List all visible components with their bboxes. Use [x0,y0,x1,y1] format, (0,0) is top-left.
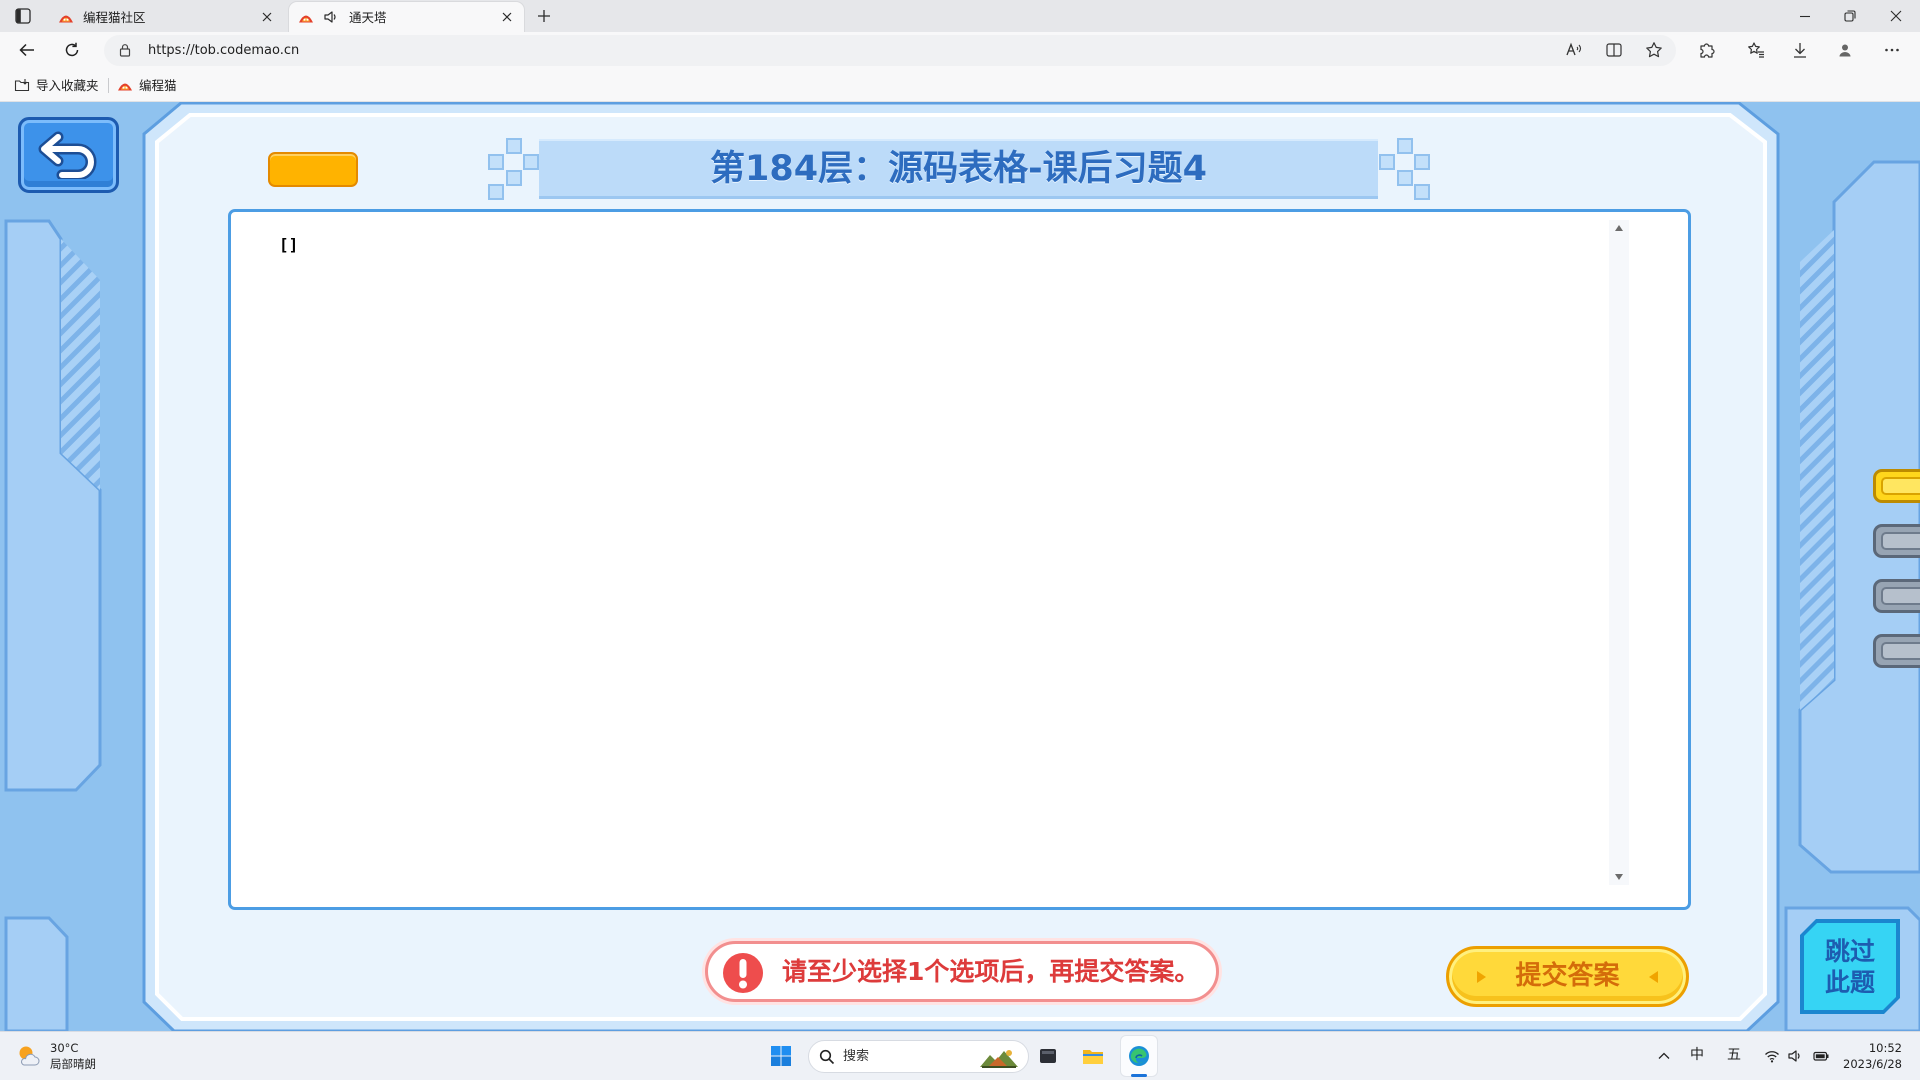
back-icon[interactable] [18,41,36,59]
side-tab-group [1873,469,1920,668]
ime-mode[interactable]: 五 [1727,1047,1741,1064]
codemao-favicon-icon [58,9,74,25]
url-text[interactable]: https://tob.codemao.cn [148,43,299,58]
search-highlight-icon[interactable] [978,1045,1020,1069]
chevron-up-icon[interactable] [1656,1048,1672,1064]
skip-question-button[interactable]: 跳过 此题 [1800,919,1900,1014]
codemao-favicon-icon [298,9,314,25]
side-tab-1[interactable] [1873,469,1920,503]
battery-icon[interactable] [1813,1048,1829,1064]
arrow-left-icon [1648,970,1660,984]
read-aloud-icon[interactable] [1565,41,1583,59]
new-tab-icon[interactable] [536,8,552,24]
bookmarks-bar: 导入收藏夹 编程猫 [0,69,1920,102]
edge-browser-icon[interactable] [1128,1045,1150,1067]
refresh-icon[interactable] [63,41,81,59]
weather-temperature[interactable]: 30°C [50,1041,78,1055]
bookmark-codemao[interactable]: 编程猫 [117,77,177,93]
back-arrow-icon [38,131,100,179]
warning-text: 请至少选择1个选项后，再提交答案。 [782,957,1200,986]
more-icon[interactable] [1883,41,1901,59]
skip-question-face: 跳过 此题 [1804,923,1896,1010]
download-icon[interactable] [1791,41,1809,59]
tab-title: 通天塔 [349,10,387,25]
bookmark-label: 编程猫 [139,77,177,93]
tab-strip: 编程猫社区 通天塔 [0,0,1920,32]
bookmark-import-favorites[interactable]: 导入收藏夹 [14,77,99,93]
warning-message: 请至少选择1个选项后，再提交答案。 [705,941,1219,1002]
windows-taskbar: 30°C 局部晴朗 搜索 中 五 10:52 2023/6/28 [0,1031,1920,1080]
tab-title: 编程猫社区 [83,10,146,25]
close-tab-icon[interactable] [260,10,274,24]
exclamation-icon [722,952,764,994]
partly-sunny-icon[interactable] [16,1043,42,1069]
side-tab-3[interactable] [1873,579,1920,613]
task-app-icon[interactable] [1037,1045,1059,1067]
minimize-icon[interactable] [1797,8,1813,24]
address-toolbar: https://tob.codemao.cn [0,32,1920,69]
import-favorites-icon [14,77,30,93]
file-explorer-icon[interactable] [1082,1045,1104,1067]
favorites-icon[interactable] [1747,41,1765,59]
profile-icon[interactable] [1836,41,1854,59]
taskbar-search-box[interactable]: 搜索 [808,1040,1029,1073]
clock-time: 10:52 [1868,1041,1902,1055]
lock-icon[interactable] [118,43,132,57]
speaker-icon[interactable] [323,9,339,25]
search-icon [819,1049,835,1065]
close-window-icon[interactable] [1888,8,1904,24]
submit-answer-button[interactable]: 提交答案 [1446,946,1689,1007]
codemao-favicon-icon [117,77,133,93]
split-screen-icon[interactable] [1605,41,1623,59]
active-app-indicator [1131,1074,1147,1077]
tab-tongtianta[interactable]: 通天塔 [289,2,524,32]
tab-codemao-community[interactable]: 编程猫社区 [49,2,284,32]
vertical-tabs-icon[interactable] [14,7,32,25]
bookmark-separator [108,78,109,93]
close-tab-icon[interactable] [500,10,514,24]
ime-language[interactable]: 中 [1690,1047,1704,1064]
search-placeholder: 搜索 [843,1049,870,1064]
orange-badge-button[interactable] [268,152,358,187]
question-content-box[interactable]: [] [228,209,1691,910]
back-button[interactable] [18,117,119,193]
taskbar-clock[interactable]: 10:52 2023/6/28 [1843,1040,1902,1072]
content-scrollbar[interactable] [1609,220,1629,885]
restore-icon[interactable] [1842,8,1858,24]
weather-condition[interactable]: 局部晴朗 [50,1057,96,1071]
level-title: 第184层：源码表格-课后习题4 [710,149,1207,189]
skip-label-line-1: 跳过 [1824,937,1875,966]
clock-date: 2023/6/28 [1843,1057,1902,1071]
skip-label-line-2: 此题 [1824,968,1875,997]
start-windows-icon[interactable] [770,1045,792,1067]
question-content-text: [] [279,235,299,254]
extensions-icon[interactable] [1698,41,1716,59]
level-title-banner: 第184层：源码表格-课后习题4 [539,139,1378,199]
scroll-up-arrow-icon[interactable] [1614,224,1624,232]
scroll-down-arrow-icon[interactable] [1614,873,1624,881]
wifi-icon[interactable] [1764,1048,1780,1064]
side-tab-4[interactable] [1873,634,1920,668]
bookmark-label: 导入收藏夹 [36,77,99,93]
favorite-star-icon[interactable] [1645,41,1663,59]
address-bar[interactable]: https://tob.codemao.cn [104,35,1676,66]
side-tab-2[interactable] [1873,524,1920,558]
game-page: 第184层：源码表格-课后习题4 [] 请至少选择1个选项后，再提交答案。 提交… [0,102,1920,1031]
volume-icon[interactable] [1787,1048,1803,1064]
